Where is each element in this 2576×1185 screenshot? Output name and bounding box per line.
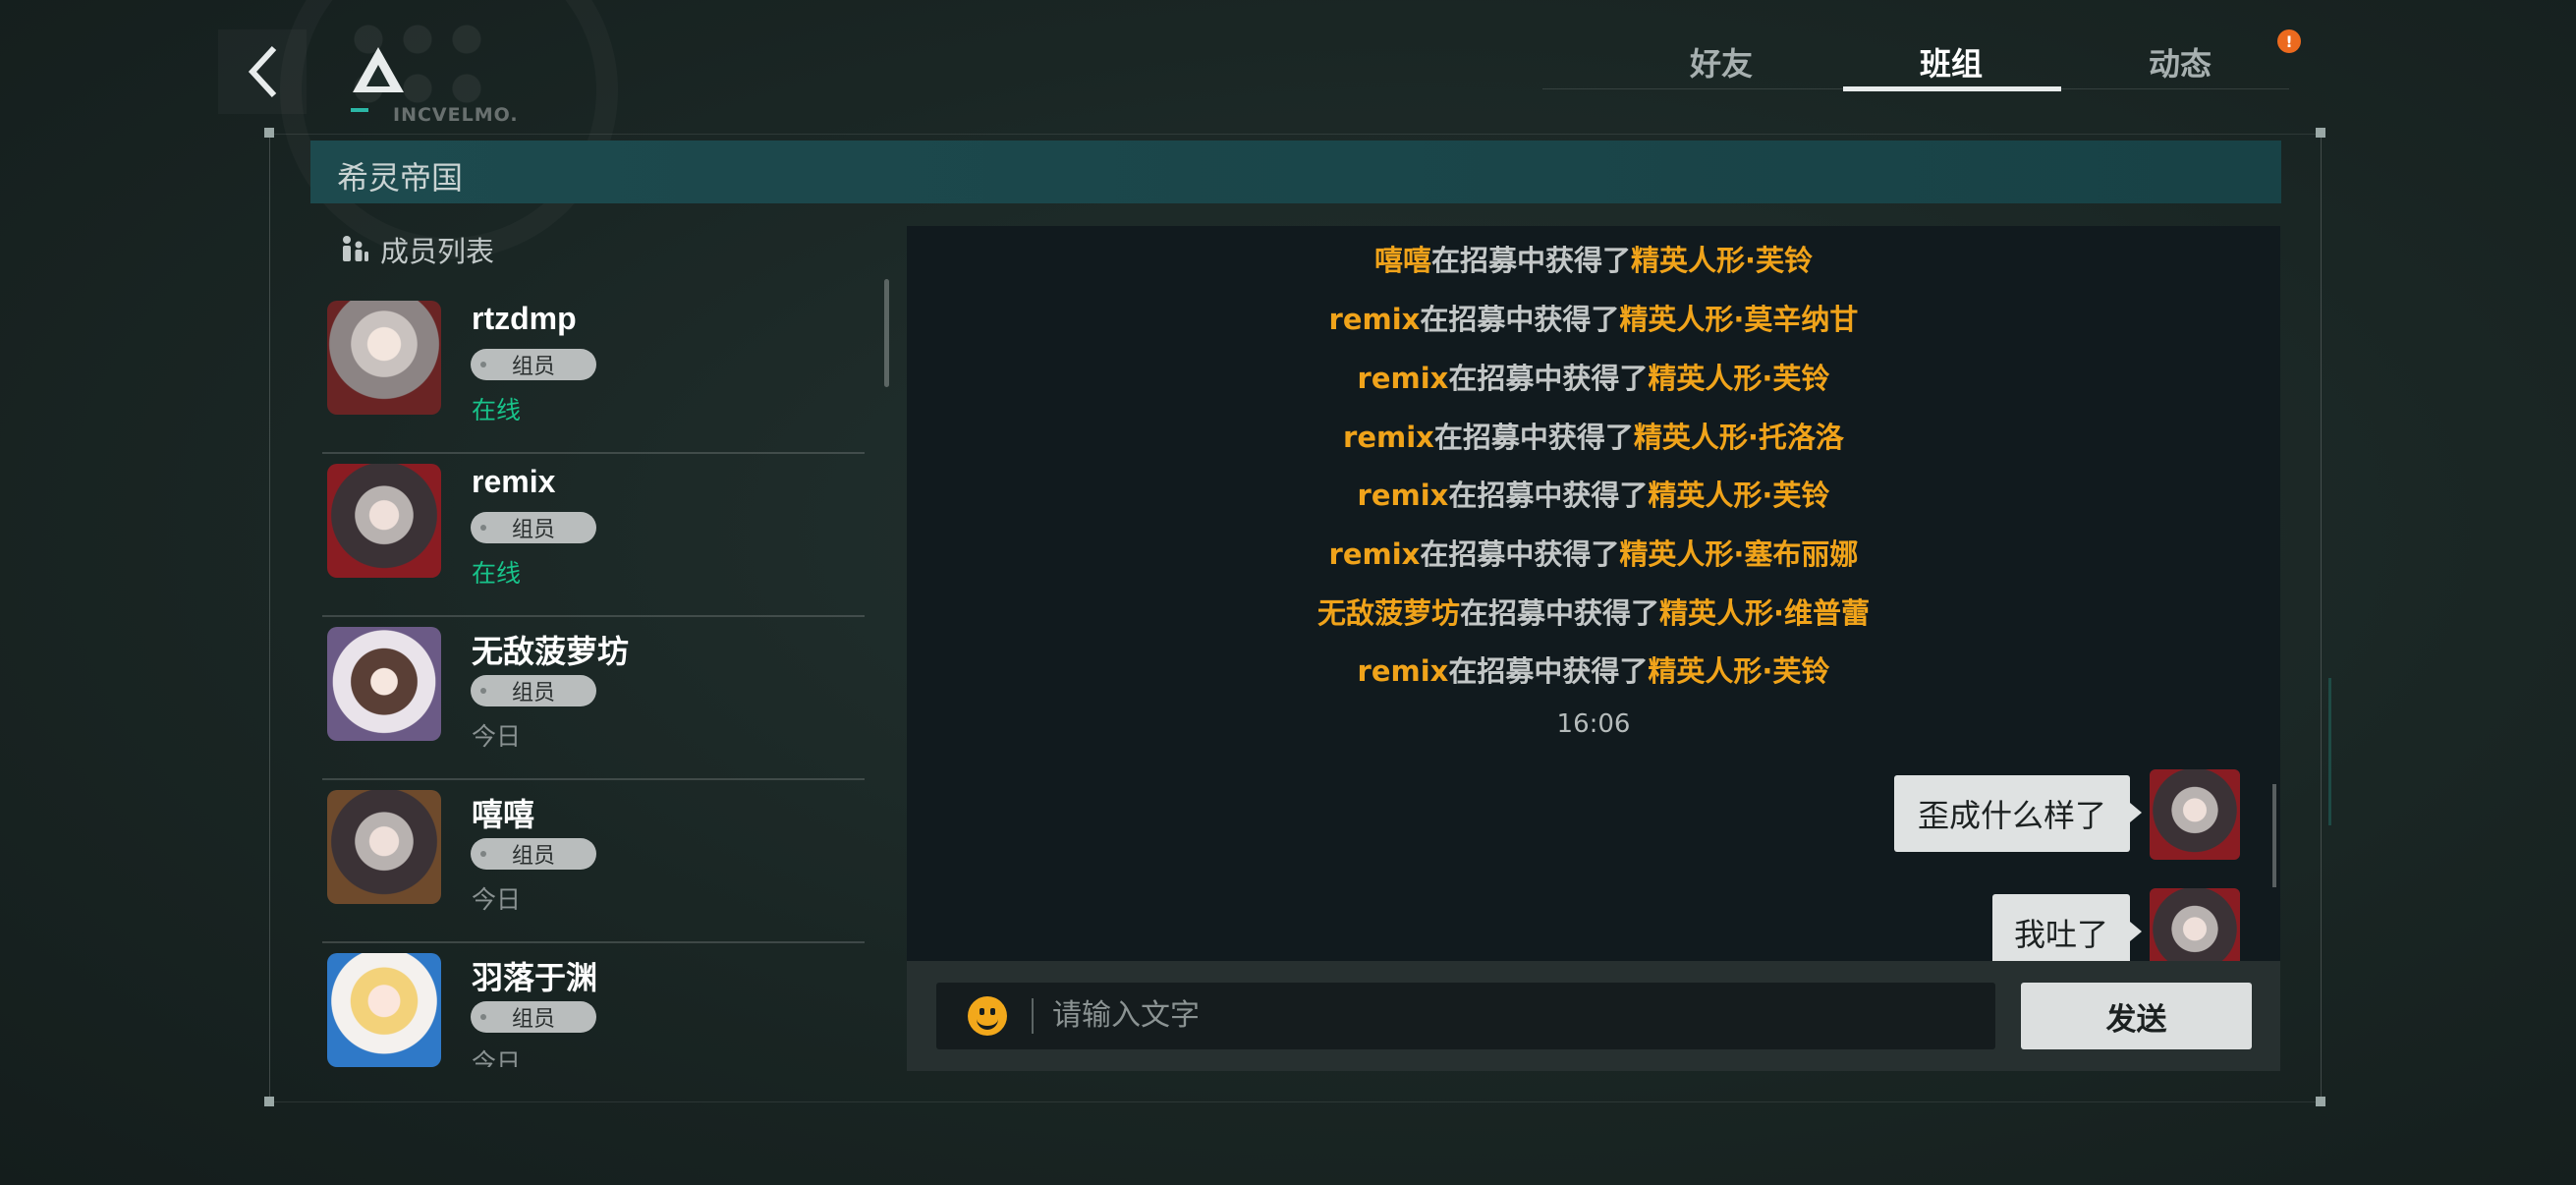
active-tab-indicator [1843,86,2061,91]
frame-corner-br [2316,1097,2325,1106]
frame-corner-bl [264,1097,274,1106]
member-row[interactable]: 无敌菠萝坊 组员 今日 [322,617,865,780]
role-label: 组员 [511,355,555,379]
member-name: 嘻嘻 [472,797,535,832]
avatar [327,301,441,415]
tab-squad[interactable]: 班组 [1920,39,1983,85]
frame-line-left [269,134,270,1101]
chat-input-container [936,983,1995,1049]
chat-input[interactable] [1052,983,1936,1049]
role-label: 组员 [511,681,555,705]
role-badge: 组员 [471,1001,596,1033]
member-name: 羽落于渊 [472,960,598,995]
alert-icon: ! [2277,29,2301,53]
side-deco-bar [2328,678,2331,825]
avatar [2150,888,2240,961]
back-arrow-icon [248,45,277,98]
role-badge: 组员 [471,512,596,543]
tab-activity[interactable]: 动态 [2149,39,2212,85]
group-name: 希灵帝国 [337,159,464,197]
system-message: remix在招募中获得了精英人形·芙铃 [1357,479,1830,512]
system-message: remix在招募中获得了精英人形·莫辛纳甘 [1328,303,1859,336]
chat-panel: 嘻嘻在招募中获得了精英人形·芙铃 remix在招募中获得了精英人形·莫辛纳甘 r… [907,226,2280,1071]
role-label: 组员 [511,1007,555,1032]
role-badge: 组员 [471,349,596,380]
avatar [327,464,441,578]
frame-line-right [2321,134,2322,1101]
chat-messages[interactable]: 嘻嘻在招募中获得了精英人形·芙铃 remix在招募中获得了精英人形·莫辛纳甘 r… [907,226,2280,961]
member-row[interactable]: 嘻嘻 组员 今日 [322,780,865,943]
member-list-scrollbar[interactable] [884,279,889,387]
chat-bubble-own: 我吐了 [1992,894,2142,961]
member-row[interactable]: rtzdmp 组员 在线 [322,291,865,454]
input-divider [1032,998,1034,1034]
member-row[interactable]: 羽落于渊 组员 今日 [322,943,865,1067]
logo-icon [353,47,404,92]
message-timestamp: 16:06 [1556,709,1631,739]
group-title-bar [310,141,2281,203]
chat-scrollbar[interactable] [2272,784,2276,887]
member-status: 今日 [472,722,522,751]
frame-line-bottom [269,1101,2321,1102]
chat-input-bar: 发送 [907,961,2280,1071]
member-status: 今日 [472,1048,522,1067]
tab-friends[interactable]: 好友 [1690,39,1753,85]
system-message: remix在招募中获得了精英人形·芙铃 [1357,362,1830,395]
member-status: 在线 [472,559,522,588]
member-list-title: 成员列表 [380,235,495,268]
avatar [327,627,441,741]
system-message: remix在招募中获得了精英人形·塞布丽娜 [1328,537,1859,571]
system-message: 无敌菠萝坊在招募中获得了精英人形·维普蕾 [1316,596,1871,630]
role-badge: 组员 [471,838,596,870]
role-label: 组员 [511,844,555,869]
system-message: remix在招募中获得了精英人形·托洛洛 [1343,421,1844,454]
avatar [2150,769,2240,860]
system-message: remix在招募中获得了精英人形·芙铃 [1357,654,1830,688]
avatar [327,953,441,1067]
send-button[interactable]: 发送 [2021,983,2252,1049]
chat-bubble-own: 歪成什么样了 [1894,775,2142,852]
member-name: 无敌菠萝坊 [472,634,630,669]
role-badge: 组员 [471,675,596,706]
system-message: 嘻嘻在招募中获得了精英人形·芙铃 [1373,244,1814,277]
logo-accent-bar [351,108,368,112]
emoji-icon[interactable] [968,996,1007,1036]
members-icon [343,236,368,261]
member-name: remix [472,464,556,499]
frame-corner-tr [2316,128,2325,138]
member-status: 今日 [472,885,522,914]
member-name: rtzdmp [472,301,577,336]
frame-line-top [269,134,2321,135]
member-list[interactable]: rtzdmp 组员 在线 remix 组员 在线 无敌菠萝坊 组员 今日 嘻嘻 … [322,291,865,1067]
avatar [327,790,441,904]
member-list-heading: 成员列表 [339,229,494,270]
frame-corner-tl [264,128,274,138]
member-status: 在线 [472,396,522,424]
role-label: 组员 [511,518,555,542]
back-button[interactable] [218,29,307,114]
member-row[interactable]: remix 组员 在线 [322,454,865,617]
logo-text: INCVELMO. [393,104,519,126]
